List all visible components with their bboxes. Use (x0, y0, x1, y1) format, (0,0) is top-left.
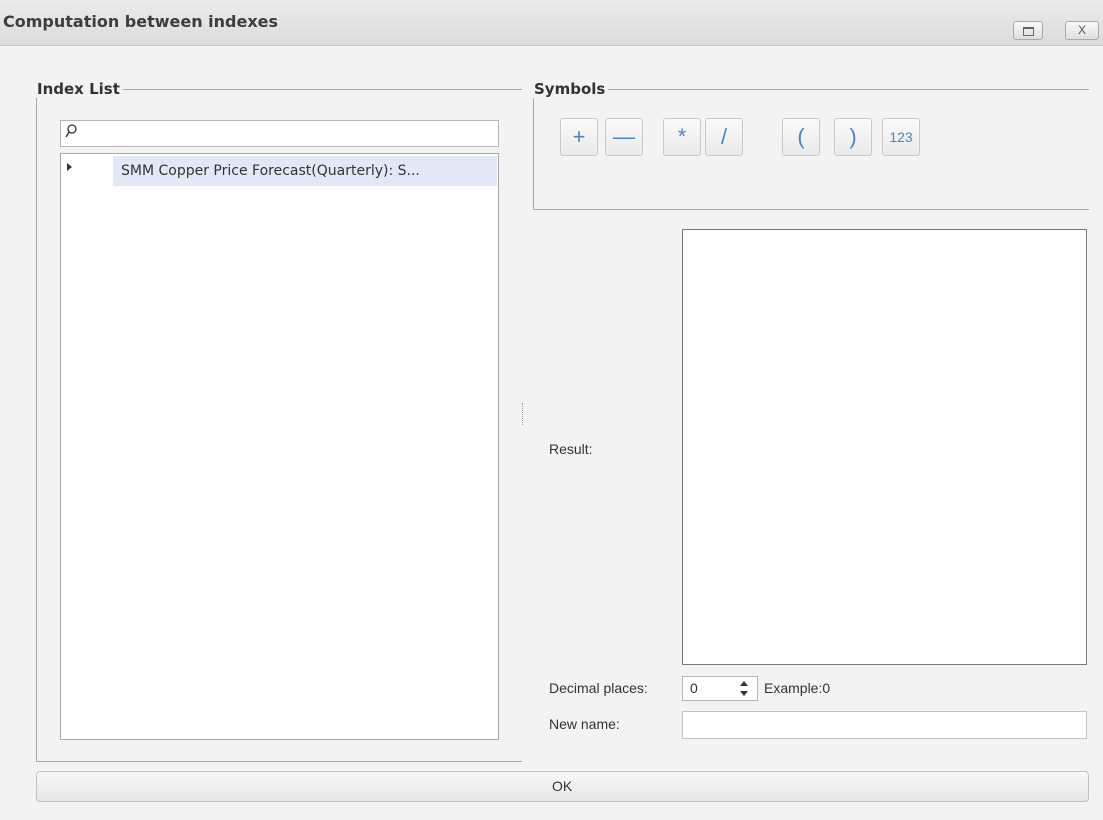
decimal-places-spinner[interactable]: 0 (682, 676, 758, 701)
index-search-input[interactable] (60, 120, 499, 147)
close-paren-button[interactable]: ) (834, 118, 872, 156)
minus-button[interactable]: — (605, 118, 643, 156)
close-button[interactable]: X (1065, 21, 1099, 40)
new-name-input[interactable] (682, 711, 1087, 739)
ok-button[interactable]: OK (36, 771, 1089, 802)
divide-button[interactable]: / (705, 118, 743, 156)
new-name-label: New name: (549, 716, 620, 732)
result-textarea[interactable] (682, 229, 1087, 665)
index-tree-item-label: SMM Copper Price Forecast(Quarterly): S.… (121, 163, 420, 179)
index-list-legend: Index List (37, 80, 120, 98)
restore-button[interactable] (1013, 21, 1043, 40)
number-button[interactable]: 123 (882, 118, 920, 156)
decimal-places-value: 0 (690, 680, 698, 696)
search-icon (65, 124, 77, 138)
example-label: Example:0 (764, 680, 831, 696)
index-tree[interactable]: SMM Copper Price Forecast(Quarterly): S.… (60, 153, 499, 740)
window-titlebar: Computation between indexes X (0, 0, 1103, 46)
restore-icon (1022, 27, 1034, 36)
decimal-places-label: Decimal places: (549, 680, 648, 696)
plus-button[interactable]: + (560, 118, 598, 156)
open-paren-button[interactable]: ( (782, 118, 820, 156)
index-tree-item[interactable]: SMM Copper Price Forecast(Quarterly): S.… (113, 156, 497, 186)
result-label: Result: (549, 441, 593, 457)
spinner-arrows-icon[interactable] (739, 680, 749, 697)
symbols-legend: Symbols (534, 80, 606, 98)
window-title: Computation between indexes (3, 12, 279, 31)
expand-arrow-icon[interactable] (67, 163, 72, 171)
multiply-button[interactable]: * (663, 118, 701, 156)
splitter-handle[interactable] (522, 403, 525, 425)
ok-button-label: OK (552, 778, 573, 794)
